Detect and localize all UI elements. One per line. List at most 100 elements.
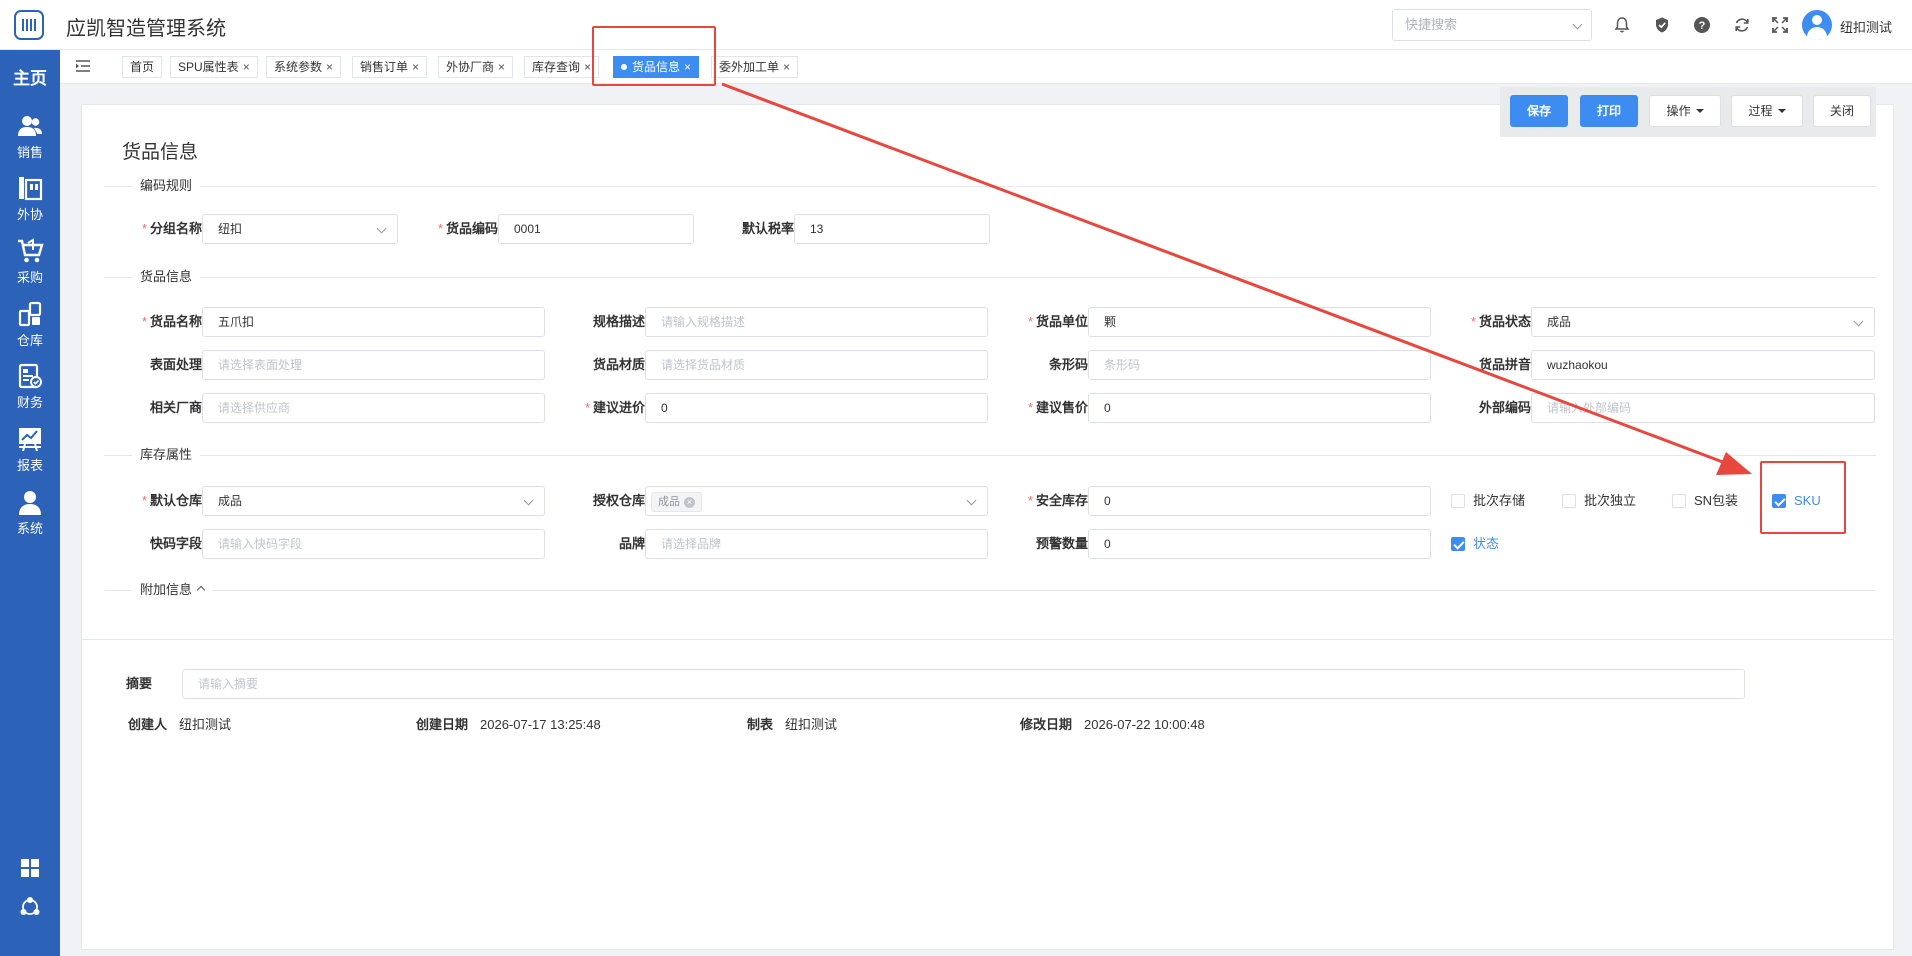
vendor-select[interactable]: 请选择供应商	[202, 393, 545, 423]
chart-icon	[19, 428, 41, 452]
sidebar-item-home[interactable]: 主页	[0, 64, 60, 89]
batch-storage-checkbox[interactable]: 批次存储	[1451, 491, 1525, 511]
sidebar-item-outsource[interactable]: 外协	[0, 174, 60, 223]
process-dropdown[interactable]: 过程	[1731, 95, 1803, 127]
chevron-down-icon	[1572, 19, 1583, 30]
barcode-label: 条形码	[998, 350, 1088, 380]
network-icon[interactable]	[19, 896, 41, 918]
print-button[interactable]: 打印	[1580, 95, 1638, 127]
section-extra-info[interactable]: 附加信息	[104, 580, 1876, 600]
buy-price-label: * 建议进价	[555, 393, 645, 423]
spec-desc-input[interactable]: 请输入规格描述	[645, 307, 988, 337]
surface-input[interactable]: 请选择表面处理	[202, 350, 545, 380]
collapse-menu-icon[interactable]	[76, 60, 90, 72]
field-placeholder: 请输入摘要	[198, 677, 259, 691]
sidebar-item-sales[interactable]: 销售	[0, 112, 60, 161]
fullscreen-icon[interactable]	[1769, 14, 1791, 36]
tab-close-icon[interactable]: ×	[584, 60, 591, 74]
operate-dropdown[interactable]: 操作	[1649, 95, 1721, 127]
tab-close-icon[interactable]: ×	[326, 60, 333, 74]
sn-package-checkbox[interactable]: SN包装	[1672, 491, 1738, 511]
tab-sales-orders[interactable]: 销售订单 ×	[352, 56, 428, 78]
refresh-icon[interactable]	[1731, 14, 1753, 36]
field-value: 0	[1104, 537, 1111, 551]
tax-rate-input[interactable]: 13	[794, 214, 990, 244]
grid-icon[interactable]	[19, 857, 41, 879]
field-placeholder: 请选择品牌	[661, 537, 722, 551]
quick-search-select[interactable]: 快捷搜索	[1392, 9, 1592, 41]
unit-input[interactable]: 颗	[1088, 307, 1431, 337]
goods-name-input[interactable]: 五爪扣	[202, 307, 545, 337]
tab-close-icon[interactable]: ×	[498, 60, 505, 74]
avatar[interactable]	[1802, 10, 1832, 40]
tab-outsource-vendors[interactable]: 外协厂商 ×	[438, 56, 514, 78]
group-name-select[interactable]: 纽扣	[202, 214, 398, 244]
help-icon[interactable]: ?	[1691, 14, 1713, 36]
required-mark: *	[141, 314, 147, 329]
tab-close-icon[interactable]: ×	[783, 60, 790, 74]
field-value: 五爪扣	[218, 315, 255, 329]
maker-value: 纽扣测试	[785, 717, 838, 732]
tab-stock-query[interactable]: 库存查询 ×	[524, 56, 600, 78]
tab-spu-attributes[interactable]: SPU属性表 ×	[170, 56, 258, 78]
tab-close-icon[interactable]: ×	[243, 60, 250, 74]
ext-code-input[interactable]: 请输入外部编码	[1531, 393, 1875, 423]
brand-select[interactable]: 请选择品牌	[645, 529, 988, 559]
safety-stock-input[interactable]: 0	[1088, 486, 1431, 516]
field-value: 0001	[514, 222, 541, 236]
chevron-down-icon	[966, 495, 977, 506]
username[interactable]: 纽扣测试	[1840, 17, 1892, 36]
cart-icon	[18, 238, 44, 263]
field-value: 成品	[1547, 315, 1572, 329]
label-text: 货品单位	[1035, 314, 1088, 329]
label-text: 建议进价	[592, 400, 645, 415]
default-warehouse-select[interactable]: 成品	[202, 486, 545, 516]
summary-input[interactable]: 请输入摘要	[182, 669, 1745, 699]
sidebar-item-finance[interactable]: 财务	[0, 362, 60, 411]
sidebar-item-purchase[interactable]: 采购	[0, 237, 60, 286]
field-value: 13	[810, 222, 824, 236]
sidebar-item-reports[interactable]: 报表	[0, 425, 60, 474]
sell-price-input[interactable]: 0	[1088, 393, 1431, 423]
shield-icon[interactable]	[1651, 14, 1673, 36]
sidebar-item-label: 仓库	[16, 333, 43, 348]
material-input[interactable]: 请选择货品材质	[645, 350, 988, 380]
default-warehouse-label: * 默认仓库	[112, 486, 202, 516]
tag-close-icon[interactable]: ×	[684, 497, 695, 508]
checkbox-label: 批次存储	[1473, 493, 1526, 508]
users-icon	[18, 116, 42, 136]
required-mark: *	[1470, 314, 1476, 329]
section-title: 附加信息	[132, 580, 213, 600]
tab-close-icon[interactable]: ×	[412, 60, 419, 74]
sidebar-item-warehouse[interactable]: 仓库	[0, 300, 60, 349]
finance-icon	[18, 363, 42, 389]
save-button[interactable]: 保存	[1510, 95, 1568, 127]
sidebar-item-label: 外协	[16, 207, 43, 222]
tab-system-params[interactable]: 系统参数 ×	[266, 56, 342, 78]
factory-icon	[19, 177, 43, 201]
goods-status-label: * 货品状态	[1441, 307, 1531, 337]
vendor-label: 相关厂商	[112, 393, 202, 423]
sidebar-item-system[interactable]: 系统	[0, 488, 60, 537]
buy-price-input[interactable]: 0	[645, 393, 988, 423]
tab-home[interactable]: 首页	[122, 56, 163, 78]
batch-independent-checkbox[interactable]: 批次独立	[1562, 491, 1636, 511]
field-placeholder: 请输入规格描述	[661, 315, 746, 329]
person-icon	[19, 491, 41, 515]
close-button[interactable]: 关闭	[1813, 95, 1871, 127]
goods-code-input[interactable]: 0001	[498, 214, 694, 244]
created-date-label: 创建日期	[416, 717, 469, 732]
tab-outsource-processing[interactable]: 委外加工单 ×	[711, 56, 799, 78]
quick-code-input[interactable]: 请输入快码字段	[202, 529, 545, 559]
warn-qty-input[interactable]: 0	[1088, 529, 1431, 559]
warn-qty-label: 预警数量	[998, 529, 1088, 559]
goods-status-select[interactable]: 成品	[1531, 307, 1875, 337]
status-checkbox[interactable]: 状态	[1451, 534, 1499, 554]
auth-warehouse-select[interactable]: 成品 ×	[645, 486, 988, 516]
barcode-input[interactable]: 条形码	[1088, 350, 1431, 380]
brand-label: 品牌	[555, 529, 645, 559]
bell-icon[interactable]	[1611, 14, 1633, 36]
pinyin-input[interactable]: wuzhaokou	[1531, 350, 1875, 380]
top-header: 应凯智造管理系统 快捷搜索 ? 纽扣测试	[0, 0, 1912, 50]
created-date-value: 2026-07-17 13:25:48	[480, 717, 601, 732]
